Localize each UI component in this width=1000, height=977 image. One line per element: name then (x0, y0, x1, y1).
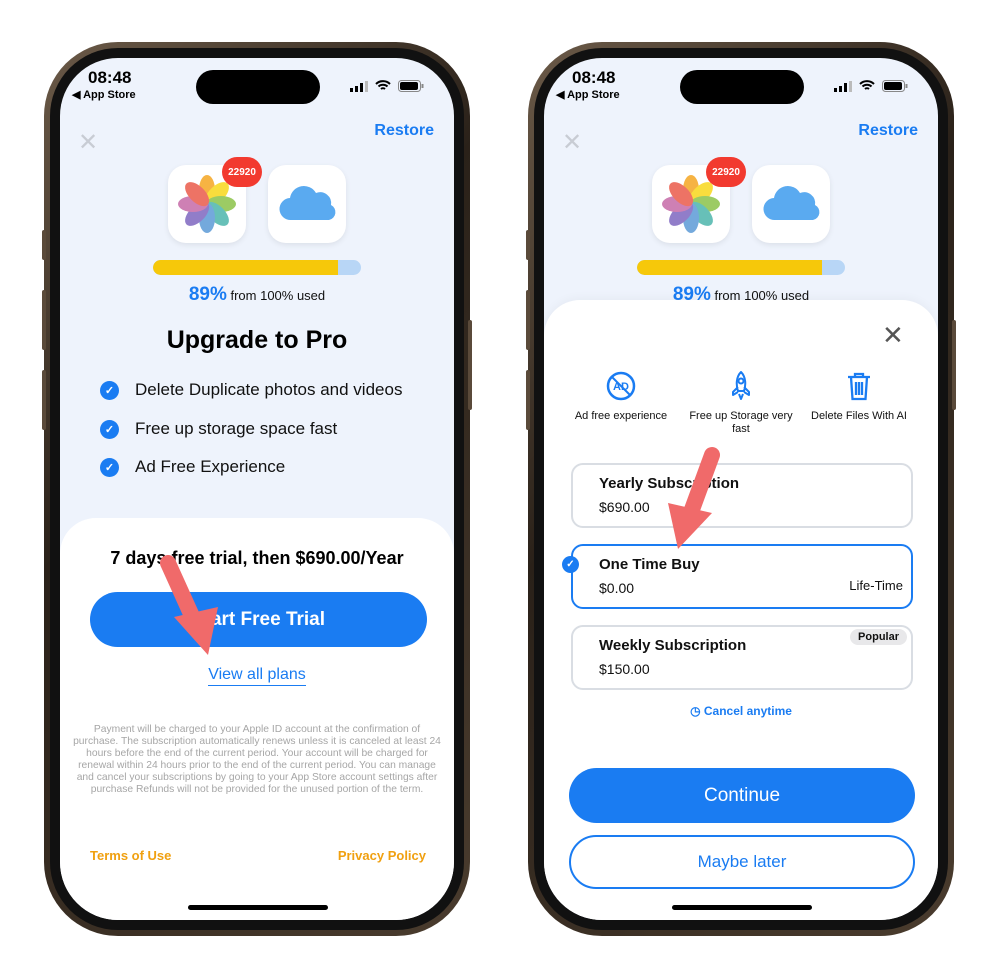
status-time: 08:48 (88, 68, 132, 87)
back-to-app-store[interactable]: ◀ App Store (72, 88, 136, 101)
paywall-screen: 08:48 ◀ App Store ✕ Restore 22920 89% fr… (60, 58, 454, 920)
feature-label: Ad Free Experience (135, 457, 286, 476)
wifi-icon (859, 80, 875, 90)
storage-usage-text: 89% from 100% used (60, 284, 454, 306)
storage-progress-fill (637, 260, 823, 275)
feature-item: ✓ Ad Free Experience (100, 457, 285, 477)
dynamic-island (680, 70, 804, 104)
cancel-anytime-label: Cancel anytime (703, 704, 792, 718)
side-button (42, 370, 46, 430)
rocket-icon (732, 371, 750, 400)
feature-label: Delete Duplicate photos and videos (135, 380, 403, 399)
side-button (526, 230, 530, 260)
side-button (42, 230, 46, 260)
storage-progress-fill (153, 260, 339, 275)
phone-left: 08:48 ◀ App Store ✕ Restore 22920 89% fr… (44, 42, 470, 936)
side-button (526, 370, 530, 430)
plan-price: $690.00 (599, 499, 650, 515)
feature-item: ✓ Delete Duplicate photos and videos (100, 380, 402, 400)
close-sheet-icon[interactable]: ✕ (882, 320, 904, 351)
signal-icon (834, 80, 852, 92)
terms-of-use-link[interactable]: Terms of Use (90, 848, 171, 863)
annotation-arrow (160, 555, 218, 655)
selected-check-icon: ✓ (562, 556, 579, 573)
ad-block-icon: AD (606, 371, 636, 401)
popular-badge: Popular (850, 629, 907, 645)
view-all-plans-link[interactable]: View all plans (60, 666, 454, 686)
home-indicator (672, 905, 812, 910)
side-button (952, 320, 956, 410)
icloud-app-icon (752, 165, 830, 243)
photo-count-badge: 22920 (706, 157, 746, 187)
close-icon[interactable]: ✕ (562, 128, 582, 157)
feature-label: Free up storage space fast (135, 419, 338, 438)
plan-name: Weekly Subscription (599, 637, 747, 654)
view-all-plans-label: View all plans (208, 666, 306, 686)
cancel-anytime-note: ◷ Cancel anytime (544, 704, 938, 718)
status-icons (834, 80, 908, 92)
privacy-policy-link[interactable]: Privacy Policy (338, 848, 426, 863)
plan-name: One Time Buy (599, 556, 700, 573)
plan-name: Yearly Subscription (599, 475, 740, 492)
status-icons (350, 80, 424, 92)
trial-text: 7 days free trial, then $690.00/Year (110, 548, 404, 568)
signal-icon (350, 80, 368, 92)
phone-right: 08:48 ◀ App Store ✕ Restore 22920 89% fr… (528, 42, 954, 936)
usage-percent: 89% (188, 284, 227, 305)
plan-card-one-time[interactable]: One Time Buy $0.00 Life-Time (571, 544, 913, 609)
usage-label: from 100% used (230, 288, 326, 303)
dynamic-island (196, 70, 320, 104)
plan-tag: Life-Time (849, 578, 903, 593)
maybe-later-button[interactable]: Maybe later (569, 835, 915, 889)
side-button (42, 290, 46, 350)
plan-price: $0.00 (599, 580, 635, 596)
plan-price: $150.00 (599, 661, 650, 677)
page-title: Upgrade to Pro (166, 326, 348, 354)
storage-progress-bar (637, 260, 845, 275)
start-free-trial-button[interactable]: Start Free Trial (90, 592, 427, 647)
benefit-ai-delete: Delete Files With AI (799, 370, 919, 423)
side-button (526, 290, 530, 350)
check-icon: ✓ (100, 419, 119, 439)
photo-count-badge: 22920 (222, 157, 262, 187)
plans-screen: 08:48 ◀ App Store ✕ Restore 22920 89% fr… (544, 58, 938, 920)
storage-progress-bar (153, 260, 361, 275)
clock-icon: ◷ (690, 704, 701, 718)
trash-icon (848, 372, 870, 401)
battery-icon (882, 80, 908, 92)
benefit-free-storage: Free up Storage very fast (681, 370, 801, 436)
check-icon: ✓ (100, 457, 119, 477)
back-to-app-store[interactable]: ◀ App Store (556, 88, 620, 101)
check-icon: ✓ (100, 380, 119, 400)
battery-icon (398, 80, 424, 92)
feature-item: ✓ Free up storage space fast (100, 419, 337, 439)
plan-card-weekly[interactable]: Weekly Subscription $150.00 Popular (571, 625, 913, 690)
legal-text: Payment will be charged to your Apple ID… (73, 724, 441, 795)
benefit-ad-free: AD Ad free experience (561, 370, 681, 423)
annotation-arrow (668, 447, 720, 549)
wifi-icon (375, 80, 391, 90)
icloud-app-icon (268, 165, 346, 243)
restore-button[interactable]: Restore (858, 122, 918, 140)
status-time: 08:48 (572, 68, 616, 87)
home-indicator (188, 905, 328, 910)
plan-card-yearly[interactable]: Yearly Subscription $690.00 (571, 463, 913, 528)
continue-button[interactable]: Continue (569, 768, 915, 823)
close-icon[interactable]: ✕ (78, 128, 98, 157)
benefit-label: Delete Files With AI (811, 410, 907, 422)
benefit-label: Ad free experience (574, 410, 668, 422)
restore-button[interactable]: Restore (374, 122, 434, 140)
side-button (468, 320, 472, 410)
benefit-label: Free up Storage very fast (689, 410, 793, 435)
